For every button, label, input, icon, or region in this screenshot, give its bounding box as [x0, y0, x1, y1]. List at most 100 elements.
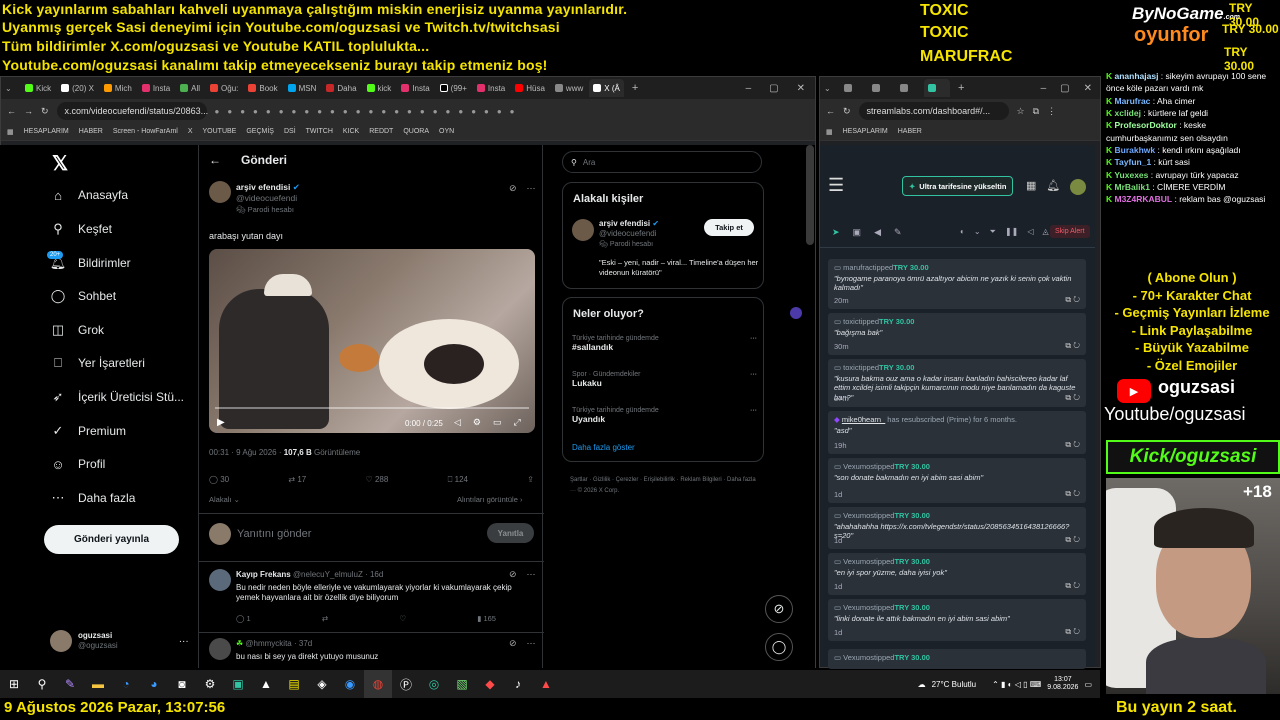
pencil-icon[interactable]: ✎	[894, 227, 902, 238]
person-name[interactable]: arşiv efendisi	[599, 219, 650, 228]
share-icon[interactable]: ⇪	[527, 475, 534, 485]
chat-username[interactable]: M3Z4RKABUL	[1115, 194, 1173, 204]
replay-icon[interactable]: ⧉ ↻	[1065, 535, 1080, 545]
pause-icon[interactable]: ❚❚	[1005, 227, 1018, 237]
play-icon[interactable]: ▶	[217, 417, 225, 428]
alert-item[interactable]: ▭ toxictippedTRY 30.00 "kusura bakma ouz …	[828, 359, 1086, 407]
browser-tab[interactable]: Insta	[397, 79, 433, 97]
chat-username[interactable]: ananhajasj	[1115, 71, 1159, 81]
app-icon[interactable]: ▧	[448, 670, 476, 698]
clock[interactable]: 13:07 9.08.2026	[1047, 676, 1078, 693]
nav-chat[interactable]: ◯ Sohbet	[50, 288, 116, 304]
alert-item[interactable]: ▭ VexumostippedTRY 30.00 "ahahahahha http…	[828, 507, 1086, 549]
back-icon[interactable]: ←	[826, 106, 835, 116]
repost-button[interactable]: ⇄ 17	[288, 475, 306, 485]
bookmark-item[interactable]: HABER	[898, 128, 922, 135]
folder-icon[interactable]: ▬	[84, 670, 112, 698]
x-logo-icon[interactable]: 𝕏	[52, 151, 68, 176]
bookmark-item[interactable]: GEÇMİŞ	[246, 128, 274, 135]
reply-submit-button[interactable]: Yanıtla	[487, 523, 534, 543]
avatar[interactable]	[572, 219, 594, 241]
maximize-icon[interactable]: ▢	[769, 83, 778, 94]
reload-icon[interactable]: ↻	[843, 106, 851, 117]
apps-grid-icon[interactable]: ▦	[1026, 179, 1036, 195]
browser-tab[interactable]: kick	[363, 79, 396, 97]
chat-username[interactable]: ProfesorDoktor	[1115, 120, 1177, 130]
author-avatar[interactable]	[209, 181, 231, 203]
search-icon[interactable]: ⚲	[28, 670, 56, 698]
like-button[interactable]: ♡ 288	[366, 475, 389, 485]
browser-tab[interactable]: Oğu:	[206, 79, 242, 97]
bookmark-item[interactable]: REDDT	[369, 128, 393, 135]
account-switcher[interactable]: oguzsasi @oguzsasi ···	[50, 630, 189, 652]
reply-item[interactable]: ☘ @hmmyckita · 37d bu nası bi sey ya dir…	[199, 633, 544, 668]
notification-center-icon[interactable]: ▭	[1084, 680, 1092, 689]
reply-input[interactable]: Yanıtını gönder	[237, 528, 311, 540]
chat-username[interactable]: Marufrac	[1115, 96, 1151, 106]
post-timestamp[interactable]: 00:31 · 9 Ağu 2026 ·	[209, 448, 282, 457]
app-icon[interactable]: ◈	[308, 670, 336, 698]
bookmark-item[interactable]: HABER	[79, 128, 103, 135]
trend-item[interactable]: Türkiye tarihinde gündemde #sallandık ···	[572, 335, 757, 352]
maximize-icon[interactable]: ▢	[1060, 83, 1069, 94]
like-icon[interactable]: ♡	[399, 614, 406, 623]
footer-links[interactable]: Şartlar · Gizlilik · Çerezler · Erişileb…	[570, 475, 760, 498]
nav-explore[interactable]: ⚲ Keşfet	[50, 221, 112, 237]
send-icon[interactable]: ➤	[832, 227, 840, 238]
more-icon[interactable]: ···	[750, 371, 757, 378]
grok-icon[interactable]: ⊘	[509, 638, 517, 649]
tab-menu-icon[interactable]: ⌄	[5, 84, 19, 93]
scrollbar[interactable]	[806, 145, 814, 245]
minimize-icon[interactable]: –	[746, 83, 752, 94]
obs-icon[interactable]: ▲	[252, 670, 280, 698]
chat-username[interactable]: Burakhwk	[1115, 145, 1156, 155]
browser-tab[interactable]: All	[176, 79, 204, 97]
more-icon[interactable]: ···	[527, 183, 536, 194]
volume-icon[interactable]: ◁	[1027, 227, 1033, 237]
bookmark-item[interactable]: YOUTUBE	[203, 128, 237, 135]
replay-icon[interactable]: ⧉ ↻	[1065, 440, 1080, 450]
more-icon[interactable]: ···	[750, 407, 757, 414]
reply-count[interactable]: ◯ 1	[236, 614, 251, 623]
trend-item[interactable]: Spor · Gündemdekiler Lukaku ···	[572, 371, 757, 388]
nav-premium[interactable]: ✓ Premium	[50, 423, 126, 439]
app-icon[interactable]: ▲	[532, 670, 560, 698]
music-icon[interactable]: ♪	[504, 670, 532, 698]
sort-related[interactable]: Alakalı ⌄	[209, 495, 240, 504]
video-progress[interactable]	[215, 407, 529, 409]
repost-icon[interactable]: ⇄	[322, 614, 328, 623]
more-icon[interactable]: ···	[527, 638, 536, 649]
author-handle[interactable]: @videocuefendi	[236, 193, 300, 204]
extension-icons[interactable]: ●●●●●●●●●●●●●●●●●●●●●●●●	[215, 107, 523, 116]
nav-grok[interactable]: ◫ Grok	[50, 322, 104, 338]
reply-item[interactable]: Kayıp Frekans @nelecuY_elmuluZ · 16d Bu …	[199, 563, 544, 631]
new-tab-icon[interactable]: +	[632, 82, 638, 94]
camera-icon[interactable]: ◙	[168, 670, 196, 698]
browser-tab[interactable]: Hüsa	[511, 79, 549, 97]
browser-tab-active[interactable]: X (Â	[589, 79, 624, 97]
notification-icon[interactable]: 🔔︎	[1046, 179, 1060, 195]
post-button[interactable]: Gönderi yayınla	[44, 525, 179, 554]
alert-item[interactable]: ▭ VexumostippedTRY 30.00 "linki donate il…	[828, 599, 1086, 641]
bookmark-item[interactable]: DSİ	[284, 128, 296, 135]
tray-icons[interactable]: ⌃ ▮ ◐ ◁ ▯ ⌨	[992, 680, 1041, 689]
windows-start-icon[interactable]: ⊞	[0, 670, 28, 698]
search-box[interactable]: ⚲ Ara	[562, 151, 762, 173]
alert-item[interactable]: ▭ VexumostippedTRY 30.00 "son donate bakm…	[828, 458, 1086, 503]
reply-author[interactable]: Kayıp Frekans	[236, 570, 291, 579]
messages-fab-icon[interactable]: ◯	[765, 633, 793, 661]
avatar[interactable]	[1070, 179, 1087, 195]
chat-username[interactable]: Tayfun_1	[1115, 157, 1152, 167]
browser-tab[interactable]	[896, 79, 922, 97]
nav-bookmarks[interactable]: ⎕ Yer İşaretleri	[50, 355, 145, 371]
skip-alert-button[interactable]: Skip Alert	[1050, 225, 1090, 238]
browser-tab[interactable]: (99+	[436, 79, 471, 97]
reply-button[interactable]: ◯ 30	[209, 475, 229, 485]
nav-profile[interactable]: ☺ Profil	[50, 456, 105, 472]
replay-icon[interactable]: ⧉ ↻	[1065, 489, 1080, 499]
browser-tab[interactable]: (20) X	[57, 79, 98, 97]
url-input[interactable]: x.com/videocuefendi/status/20863...	[56, 102, 208, 120]
trend-item[interactable]: Türkiye tarihinde gündemde Uyandık ···	[572, 407, 757, 424]
video-player[interactable]: ▶ 0:00 / 0:25 ◁ ⚙ ▭ ⤢	[209, 249, 535, 433]
search-input[interactable]: Ara	[583, 158, 595, 167]
